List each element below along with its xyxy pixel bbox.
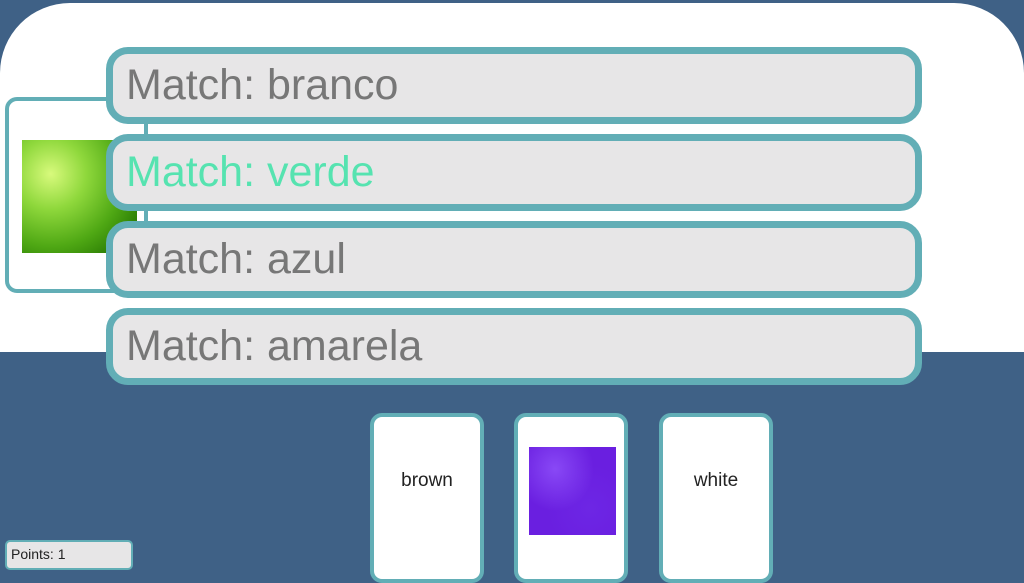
answer-card-white[interactable]: white xyxy=(659,413,773,583)
match-prompt-label: Match: branco xyxy=(126,61,399,109)
match-prompt-amarela[interactable]: Match: amarela xyxy=(106,308,922,385)
match-prompt-label: Match: amarela xyxy=(126,322,423,370)
answer-card-purple[interactable] xyxy=(514,413,628,583)
points-counter: Points: 1 xyxy=(5,540,133,570)
points-label: Points: 1 xyxy=(11,546,66,562)
match-prompt-branco[interactable]: Match: branco xyxy=(106,47,922,124)
answer-card-label: white xyxy=(693,470,739,491)
answer-card-label: brown xyxy=(401,470,453,491)
match-prompt-verde[interactable]: Match: verde xyxy=(106,134,922,211)
match-prompt-azul[interactable]: Match: azul xyxy=(106,221,922,298)
match-prompt-label: Match: verde xyxy=(126,148,375,196)
purple-color-swatch xyxy=(529,447,616,535)
answer-card-brown[interactable]: brown xyxy=(370,413,484,583)
match-prompt-label: Match: azul xyxy=(126,235,346,283)
